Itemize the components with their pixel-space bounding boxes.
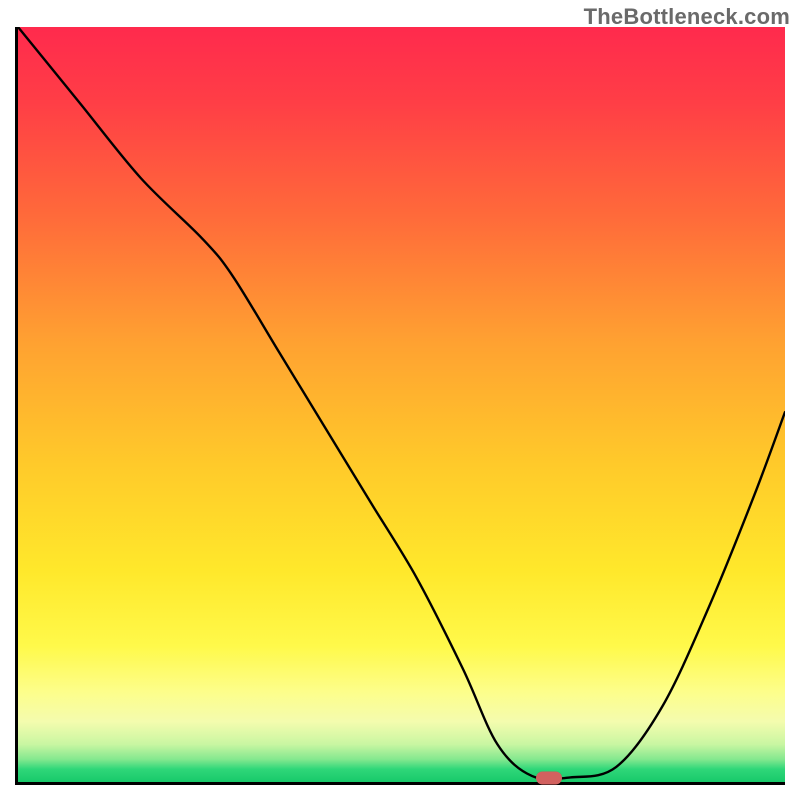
bottleneck-chart: TheBottleneck.com [0, 0, 800, 800]
bottleneck-curve [18, 27, 785, 782]
optimal-point-marker [536, 772, 562, 785]
plot-area [15, 27, 785, 785]
curve-path [18, 27, 785, 779]
